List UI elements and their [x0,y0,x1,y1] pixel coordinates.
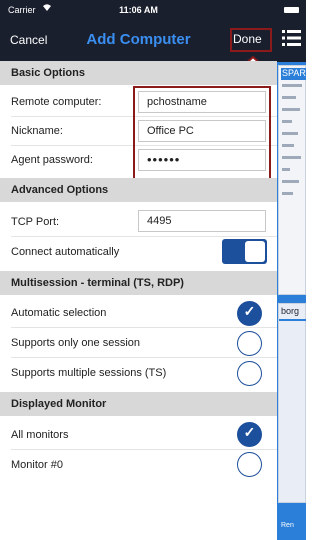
nickname-label: Nickname: [11,125,63,137]
section-header-basic-options: Basic Options [0,61,277,85]
add-computer-panel: Carrier 11:06 AM Cancel Add Computer Don… [0,0,277,540]
row-one-session[interactable]: Supports only one session [0,328,277,358]
one-session-label: Supports only one session [11,337,141,349]
automatic-selection-radio[interactable]: ✓ [237,301,262,326]
computer-thumbnail[interactable]: SPAR [278,65,306,295]
one-session-radio[interactable] [237,331,262,356]
row-multiple-sessions[interactable]: Supports multiple sessions (TS) [0,358,277,388]
nav-bar: Cancel Add Computer Done [0,20,277,61]
thumbnail-divider [279,319,306,321]
automatic-selection-label: Automatic selection [11,307,107,319]
background-nav-bar [277,0,306,62]
tcp-port-input[interactable]: 4495 [138,210,266,232]
all-monitors-radio[interactable]: ✓ [237,422,262,447]
multiple-sessions-radio[interactable] [237,361,262,386]
toggle-knob [245,241,265,262]
background-app-strip: SPAR borg Ren [277,0,306,540]
row-all-monitors[interactable]: All monitors [0,420,277,450]
connect-automatically-toggle[interactable] [222,239,267,264]
checkmark-icon: ✓ [243,303,256,319]
remote-computer-label: Remote computer: [11,96,102,108]
row-monitor-0[interactable]: Monitor #0 [0,450,277,480]
checkmark-icon: ✓ [243,424,256,440]
menu-icon[interactable] [282,30,301,49]
tcp-port-label: TCP Port: [11,216,60,228]
connect-automatically-label: Connect automatically [11,246,120,258]
battery-icon [284,7,299,13]
monitor-0-radio[interactable] [237,452,262,477]
status-bar: Carrier 11:06 AM [0,0,277,20]
thumbnail-content [282,84,304,204]
agent-password-label: Agent password: [11,154,93,166]
status-time: 11:06 AM [119,5,158,15]
row-tcp-port: TCP Port: 4495 [0,207,277,237]
thumbnail-title: SPAR [281,68,306,80]
thumbnail-title: borg [281,306,300,316]
computer-thumbnail[interactable]: borg [278,303,306,503]
all-monitors-label: All monitors [11,429,69,441]
section-header-multisession: Multisession - terminal (TS, RDP) [0,271,277,295]
row-automatic-selection[interactable]: Automatic selection [0,298,277,328]
done-highlight-box [230,28,272,52]
multiple-sessions-label: Supports multiple sessions (TS) [11,367,167,379]
section-header-displayed-monitor: Displayed Monitor [0,392,277,416]
background-bottom-label: Ren [281,522,294,529]
section-header-advanced-options: Advanced Options [0,178,277,202]
monitor-0-label: Monitor #0 [11,459,63,471]
